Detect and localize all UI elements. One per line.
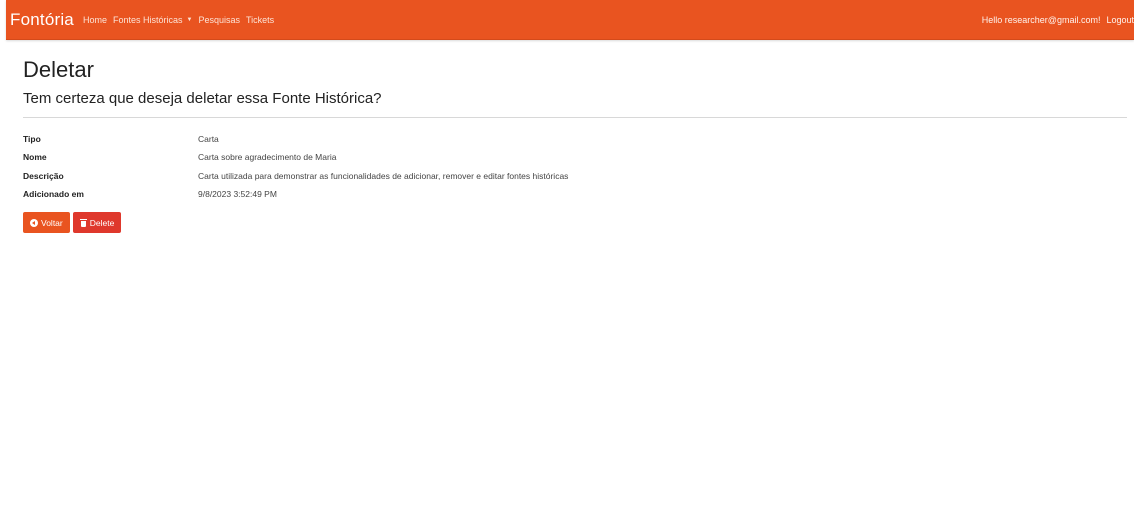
detail-label: Tipo (23, 134, 41, 145)
back-button[interactable]: Voltar (23, 212, 70, 234)
detail-value: Carta (198, 134, 219, 145)
nav-fontes-label: Fontes Históricas (112, 14, 183, 25)
detail-value: Carta utilizada para demonstrar as funci… (198, 170, 569, 181)
logout-link[interactable]: Logout (1106, 15, 1134, 25)
user-greeting-link[interactable]: Hello researcher@gmail.com! (982, 15, 1101, 25)
nav-pesquisas[interactable]: Pesquisas (198, 15, 240, 25)
nav-tickets[interactable]: Tickets (246, 15, 274, 25)
arrow-circle-left-icon (30, 218, 38, 227)
page-title: Deletar (23, 57, 94, 82)
nav-fontes-historicas-dropdown[interactable]: Fontes Históricas ▼ (113, 15, 192, 25)
nav-home[interactable]: Home (83, 15, 107, 25)
back-button-label: Voltar (41, 217, 63, 228)
main-content: Deletar Tem certeza que deseja deletar e… (23, 40, 1127, 234)
confirm-question: Tem certeza que deseja deletar essa Font… (23, 90, 382, 107)
record-details: Tipo Carta Nome Carta sobre agradeciment… (23, 130, 1127, 203)
detail-row-descricao: Descrição Carta utilizada para demonstra… (23, 167, 1127, 185)
divider (23, 117, 1127, 118)
detail-label: Descrição (23, 170, 64, 181)
top-navbar: Fontória Home Fontes Históricas ▼ Pesquis… (6, 0, 1134, 40)
navbar-user-area: Hello researcher@gmail.com! Logout (982, 15, 1134, 25)
delete-button-label: Delete (89, 217, 115, 228)
delete-button[interactable]: Delete (72, 212, 122, 234)
detail-value: 9/8/2023 3:52:49 PM (198, 189, 277, 200)
caret-down-icon: ▼ (186, 17, 193, 24)
detail-row-adicionado-em: Adicionado em 9/8/2023 3:52:49 PM (23, 185, 1127, 203)
detail-label: Adicionado em (23, 189, 84, 200)
form-actions: Voltar Delete (23, 212, 1127, 234)
detail-row-tipo: Tipo Carta (23, 130, 1127, 148)
detail-label: Nome (23, 152, 47, 163)
detail-value: Carta sobre agradecimento de Maria (198, 152, 337, 163)
detail-row-nome: Nome Carta sobre agradecimento de Maria (23, 148, 1127, 166)
brand-logo[interactable]: Fontória (10, 10, 74, 30)
trash-icon (79, 218, 87, 227)
